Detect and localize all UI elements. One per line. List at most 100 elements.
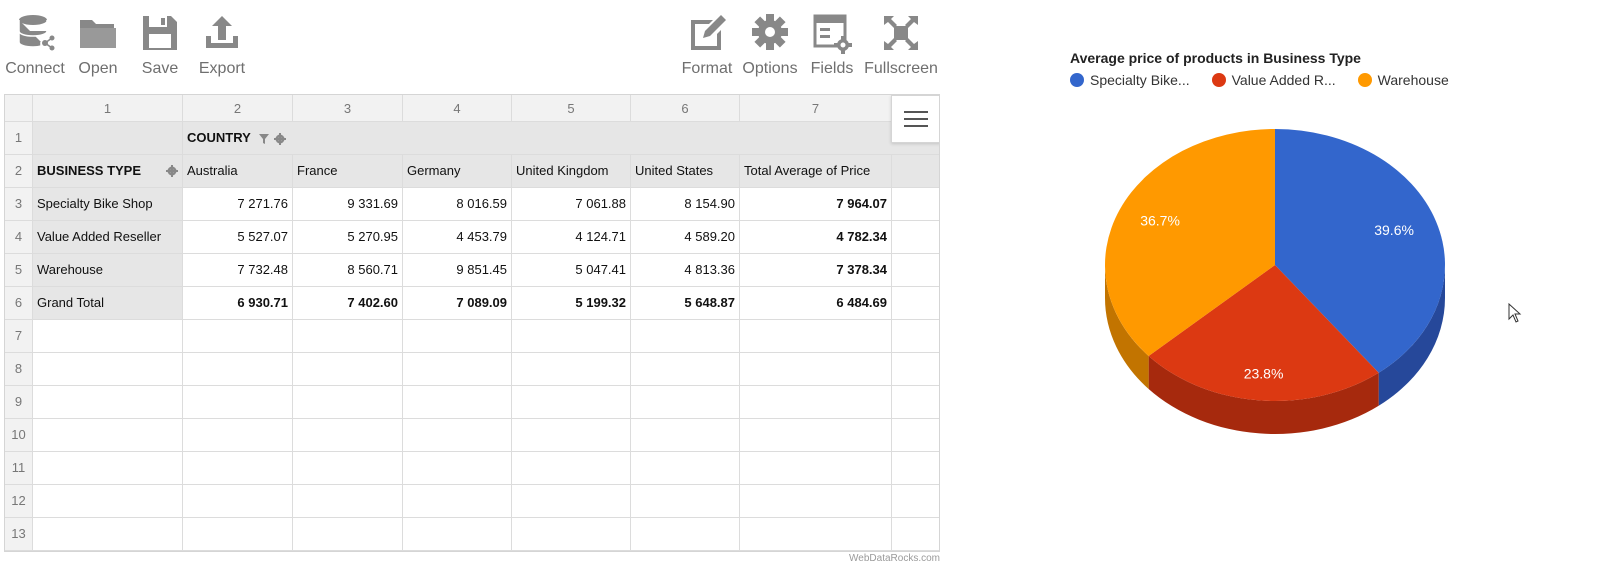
column-header-australia[interactable]: Australia — [183, 155, 293, 188]
empty-cell[interactable] — [631, 419, 740, 452]
empty-cell[interactable] — [293, 485, 403, 518]
empty-cell[interactable] — [512, 452, 631, 485]
row-number[interactable]: 10 — [5, 419, 33, 452]
row-number[interactable]: 1 — [5, 122, 33, 155]
empty-cell[interactable] — [33, 452, 183, 485]
row-number[interactable]: 11 — [5, 452, 33, 485]
empty-cell[interactable] — [183, 485, 293, 518]
row-number[interactable]: 4 — [5, 221, 33, 254]
empty-cell[interactable] — [892, 386, 939, 419]
data-cell[interactable]: 4 453.79 — [403, 221, 512, 254]
empty-cell[interactable] — [512, 419, 631, 452]
data-cell[interactable]: 4 589.20 — [631, 221, 740, 254]
data-cell[interactable]: 8 016.59 — [403, 188, 512, 221]
column-number[interactable]: 3 — [293, 95, 403, 122]
empty-cell[interactable] — [740, 518, 892, 551]
empty-cell[interactable] — [293, 386, 403, 419]
empty-cell[interactable] — [293, 419, 403, 452]
empty-cell[interactable] — [740, 485, 892, 518]
grand-total-cell[interactable]: 7 402.60 — [293, 287, 403, 320]
save-button[interactable]: Save — [125, 12, 195, 86]
column-number[interactable]: 1 — [33, 95, 183, 122]
column-number[interactable]: 5 — [512, 95, 631, 122]
grand-total-cell[interactable]: 6 930.71 — [183, 287, 293, 320]
row-number[interactable]: 6 — [5, 287, 33, 320]
data-cell[interactable]: 9 331.69 — [293, 188, 403, 221]
column-number[interactable]: 2 — [183, 95, 293, 122]
legend-item-warehouse[interactable]: Warehouse — [1357, 72, 1449, 88]
powered-by-label[interactable]: WebDataRocks.com — [820, 553, 940, 564]
empty-cell[interactable] — [293, 452, 403, 485]
row-header[interactable]: Warehouse — [33, 254, 183, 287]
empty-cell[interactable] — [892, 518, 939, 551]
empty-cell[interactable] — [740, 419, 892, 452]
data-cell[interactable]: 7 732.48 — [183, 254, 293, 287]
row-field-header[interactable]: BUSINESS TYPE — [33, 155, 183, 188]
empty-cell[interactable] — [33, 485, 183, 518]
grand-total-label[interactable]: Grand Total — [33, 287, 183, 320]
empty-cell[interactable] — [631, 386, 740, 419]
connect-button[interactable]: Connect — [0, 12, 70, 86]
data-cell[interactable]: 5 047.41 — [512, 254, 631, 287]
column-header-france[interactable]: France — [293, 155, 403, 188]
empty-cell[interactable] — [512, 353, 631, 386]
empty-cell[interactable] — [183, 386, 293, 419]
empty-cell[interactable] — [740, 320, 892, 353]
empty-cell[interactable] — [892, 221, 939, 254]
empty-cell[interactable] — [892, 254, 939, 287]
row-number[interactable]: 7 — [5, 320, 33, 353]
row-number[interactable]: 3 — [5, 188, 33, 221]
data-cell[interactable]: 8 154.90 — [631, 188, 740, 221]
row-number[interactable]: 2 — [5, 155, 33, 188]
data-cell[interactable]: 8 560.71 — [293, 254, 403, 287]
row-total-cell[interactable]: 4 782.34 — [740, 221, 892, 254]
data-cell[interactable]: 4 813.36 — [631, 254, 740, 287]
column-header-united-kingdom[interactable]: United Kingdom — [512, 155, 631, 188]
data-cell[interactable]: 4 124.71 — [512, 221, 631, 254]
empty-cell[interactable] — [740, 353, 892, 386]
row-total-cell[interactable]: 7 964.07 — [740, 188, 892, 221]
empty-cell[interactable] — [293, 353, 403, 386]
grand-total-cell[interactable]: 5 199.32 — [512, 287, 631, 320]
empty-cell[interactable] — [183, 518, 293, 551]
row-number[interactable]: 9 — [5, 386, 33, 419]
legend-item-value-added-reseller[interactable]: Value Added R... — [1211, 72, 1336, 88]
empty-cell[interactable] — [512, 518, 631, 551]
empty-cell[interactable] — [183, 452, 293, 485]
data-cell[interactable]: 9 851.45 — [403, 254, 512, 287]
empty-cell[interactable] — [740, 452, 892, 485]
column-header-germany[interactable]: Germany — [403, 155, 512, 188]
empty-cell[interactable] — [892, 419, 939, 452]
empty-cell[interactable] — [403, 419, 512, 452]
empty-cell[interactable] — [631, 320, 740, 353]
column-number[interactable]: 6 — [631, 95, 740, 122]
row-number[interactable]: 5 — [5, 254, 33, 287]
row-number[interactable]: 8 — [5, 353, 33, 386]
column-number[interactable]: 4 — [403, 95, 512, 122]
empty-cell[interactable] — [740, 386, 892, 419]
empty-cell[interactable] — [512, 485, 631, 518]
column-number[interactable]: 7 — [740, 95, 892, 122]
empty-cell[interactable] — [892, 320, 939, 353]
row-header[interactable]: Specialty Bike Shop — [33, 188, 183, 221]
empty-cell[interactable] — [631, 485, 740, 518]
gear-icon[interactable] — [166, 165, 178, 177]
empty-cell[interactable] — [33, 386, 183, 419]
empty-cell[interactable] — [33, 518, 183, 551]
empty-cell[interactable] — [892, 287, 939, 320]
empty-cell[interactable] — [631, 518, 740, 551]
export-button[interactable]: Export — [187, 12, 257, 86]
row-header[interactable]: Value Added Reseller — [33, 221, 183, 254]
legend-item-specialty-bike-shop[interactable]: Specialty Bike... — [1070, 72, 1190, 88]
empty-cell[interactable] — [403, 353, 512, 386]
empty-cell[interactable] — [892, 485, 939, 518]
empty-cell[interactable] — [512, 386, 631, 419]
empty-cell[interactable] — [403, 452, 512, 485]
empty-cell[interactable] — [33, 320, 183, 353]
empty-cell[interactable] — [403, 386, 512, 419]
empty-cell[interactable] — [293, 518, 403, 551]
empty-cell[interactable] — [183, 320, 293, 353]
grand-total-cell[interactable]: 6 484.69 — [740, 287, 892, 320]
empty-cell[interactable] — [892, 353, 939, 386]
column-field-header[interactable]: COUNTRY — [183, 122, 892, 155]
